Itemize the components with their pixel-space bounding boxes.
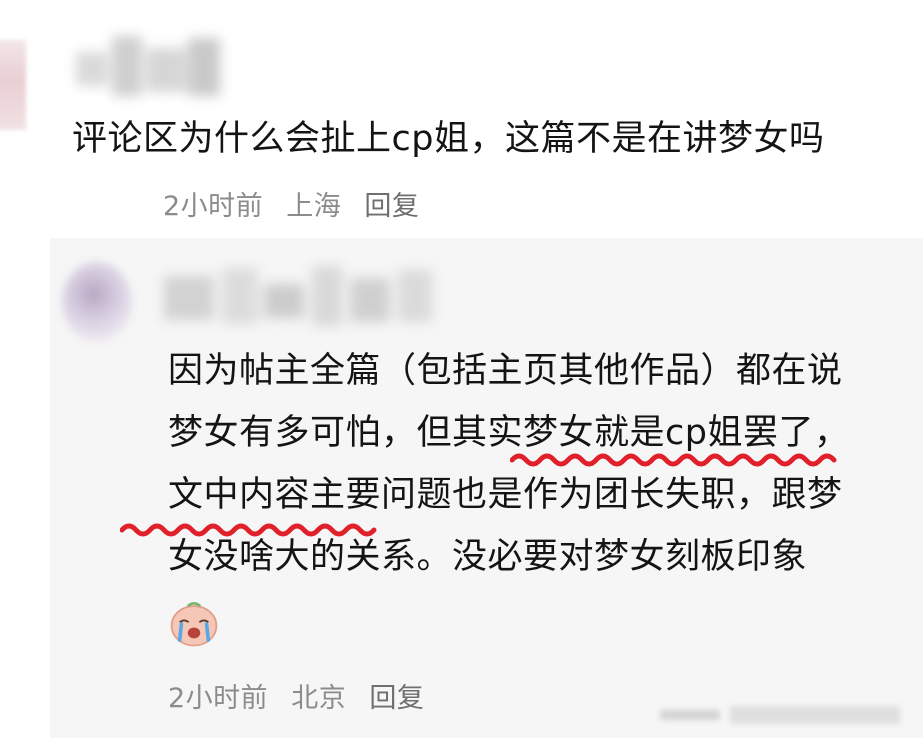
reply-reply-button[interactable]: 回复 xyxy=(369,683,424,714)
replier-avatar[interactable] xyxy=(62,262,132,342)
commenter-name-blurred[interactable] xyxy=(76,32,226,102)
highlight-squiggle-1 xyxy=(510,453,837,467)
comment-time: 2小时前 xyxy=(163,191,264,222)
highlight-squiggle-2 xyxy=(120,523,377,537)
comment-text: 评论区为什么会扯上cp姐，这篇不是在讲梦女吗 xyxy=(72,119,825,159)
comment-location: 上海 xyxy=(286,191,342,222)
crying-face-emoji xyxy=(170,602,218,647)
commenter-avatar[interactable] xyxy=(0,40,26,130)
comment-meta: 2小时前 上海 回复 xyxy=(163,184,433,223)
reply-text: 因为帖主全篇（包括主页其他作品）都在说梦女有多可怕，但其实梦女就是cp姐罢了，文… xyxy=(168,340,868,656)
reply-location: 北京 xyxy=(291,683,347,714)
watermark xyxy=(660,704,910,726)
comment-reply-button[interactable]: 回复 xyxy=(364,191,419,222)
reply-meta: 2小时前 北京 回复 xyxy=(168,676,438,715)
replier-name-blurred[interactable] xyxy=(160,262,440,332)
reply-time: 2小时前 xyxy=(168,683,269,714)
